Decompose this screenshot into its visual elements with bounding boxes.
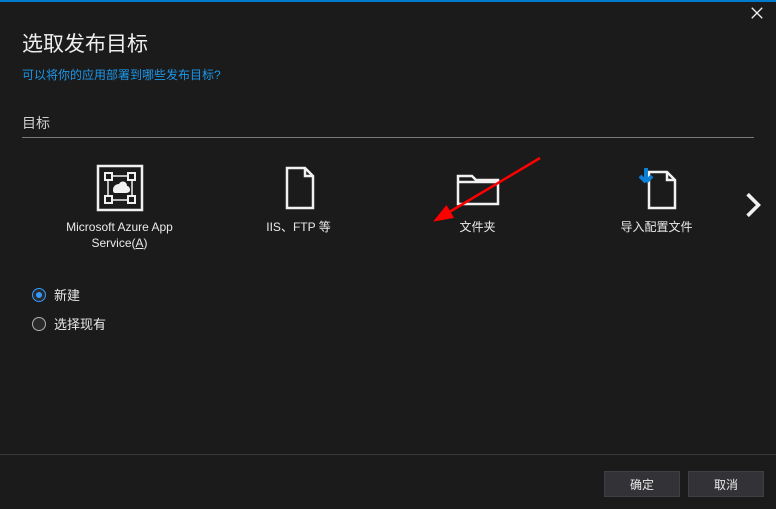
radio-label: 新建: [54, 285, 80, 304]
document-icon: [275, 164, 323, 212]
help-link[interactable]: 可以将你的应用部署到哪些发布目标?: [22, 66, 221, 83]
footer: 确定 取消: [604, 471, 764, 497]
divider: [22, 137, 754, 138]
azure-app-service-icon: [96, 164, 144, 212]
radio-group: 新建 选择现有: [32, 285, 776, 333]
target-folder[interactable]: 文件夹: [400, 164, 555, 236]
section-label: 目标: [22, 113, 754, 133]
folder-icon: [454, 164, 502, 212]
close-icon[interactable]: [750, 6, 766, 22]
target-label: IIS、FTP 等: [266, 220, 330, 236]
page-title: 选取发布目标: [22, 28, 754, 58]
radio-icon: [32, 317, 46, 331]
footer-divider: [0, 454, 776, 455]
header: 选取发布目标 可以将你的应用部署到哪些发布目标?: [0, 2, 776, 83]
target-iis-ftp[interactable]: IIS、FTP 等: [221, 164, 376, 236]
import-profile-icon: [633, 164, 681, 212]
target-label: Microsoft Azure App Service(A): [66, 220, 173, 251]
cancel-button[interactable]: 取消: [688, 471, 764, 497]
target-label: 导入配置文件: [620, 220, 692, 236]
radio-create-new[interactable]: 新建: [32, 285, 776, 304]
target-azure-app-service[interactable]: Microsoft Azure App Service(A): [42, 164, 197, 251]
radio-select-existing[interactable]: 选择现有: [32, 314, 776, 333]
radio-label: 选择现有: [54, 314, 106, 333]
target-import-profile[interactable]: 导入配置文件: [579, 164, 734, 236]
chevron-right-icon[interactable]: [744, 192, 762, 221]
targets-list: Microsoft Azure App Service(A) IIS、FTP 等: [22, 164, 754, 251]
radio-icon: [32, 288, 46, 302]
ok-button[interactable]: 确定: [604, 471, 680, 497]
target-label: 文件夹: [459, 220, 495, 236]
